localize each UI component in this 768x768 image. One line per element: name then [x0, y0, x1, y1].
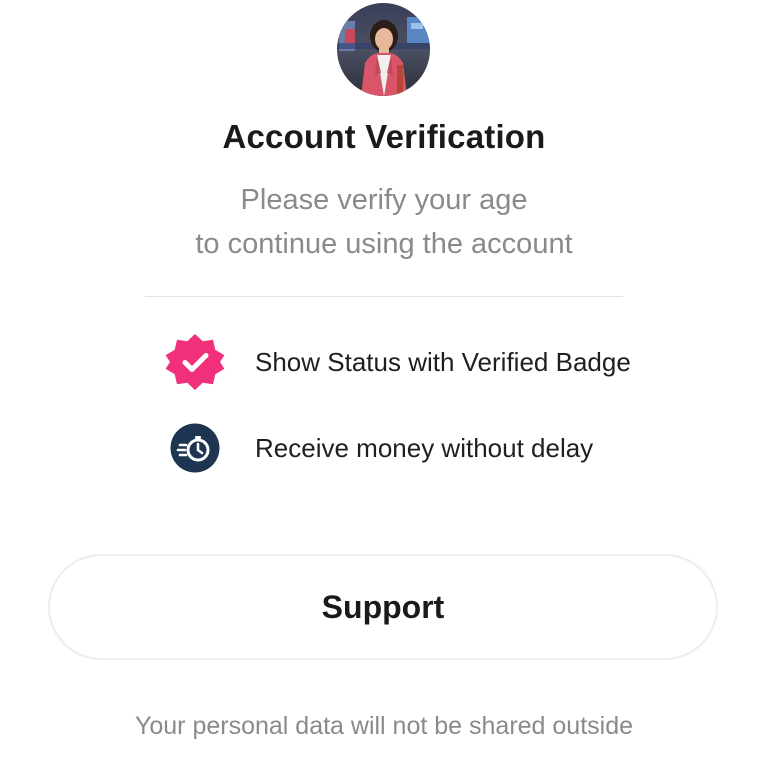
feature-label: Receive money without delay	[255, 432, 594, 463]
privacy-note: Your personal data will not be shared ou…	[134, 712, 634, 740]
profile-photo	[337, 3, 430, 96]
verification-screen: Account Verification Please verify your …	[0, 0, 768, 768]
page-title: Account Verification	[222, 118, 546, 155]
feature-label: Show Status with Verified Badge	[255, 346, 631, 377]
support-button[interactable]: Support	[48, 554, 718, 660]
avatar	[337, 3, 430, 96]
stopwatch-icon	[165, 418, 225, 478]
verified-badge-icon	[165, 332, 225, 392]
feature-verified-badge: Show Status with Verified Badge	[165, 332, 631, 392]
feature-receive-money: Receive money without delay	[165, 418, 593, 478]
subtitle-line-2: to continue using the account	[195, 228, 573, 260]
divider	[145, 296, 623, 297]
subtitle-line-1: Please verify your age	[240, 184, 528, 216]
